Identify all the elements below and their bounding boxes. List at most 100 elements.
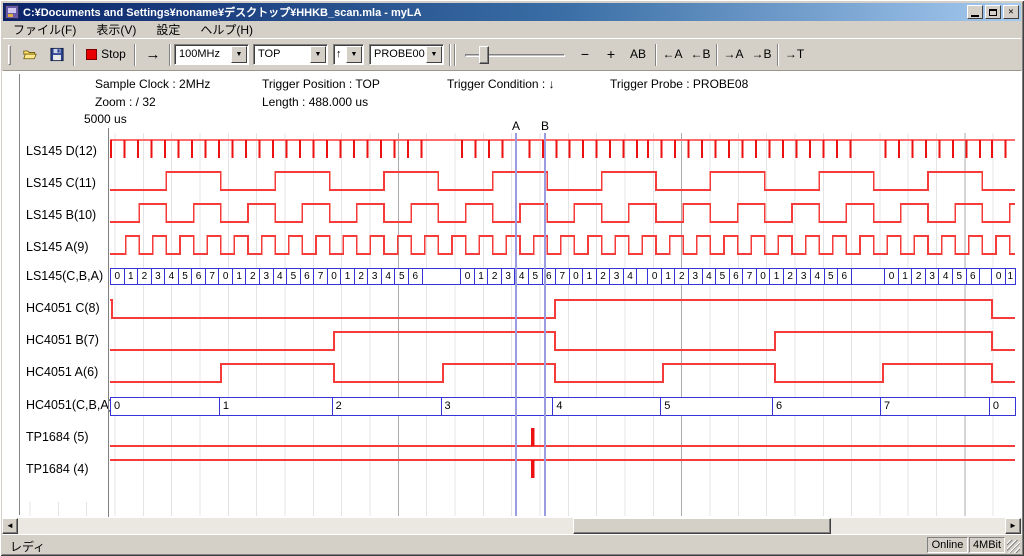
open-folder-icon — [23, 47, 37, 62]
menu-settings[interactable]: 設定 — [146, 20, 190, 39]
menu-file[interactable]: ファイル(F) — [3, 20, 86, 39]
bus-cell: 0 — [991, 269, 1005, 284]
close-button[interactable]: ✕ — [1003, 5, 1019, 19]
bus-cell: 1 — [232, 269, 246, 284]
trigger-condition-info: Trigger Condition : ↓ — [447, 77, 555, 91]
bus-cell: 5 — [394, 269, 408, 284]
trigger-position-combo[interactable]: TOP ▼ — [253, 44, 328, 65]
bus-cell: 7 — [205, 269, 219, 284]
trigger-position-value: TOP — [254, 45, 309, 64]
channel-label-0: LS145 D(12) — [26, 144, 97, 158]
bus-cell: 1 — [769, 269, 783, 284]
bus-cell: 1 — [124, 269, 138, 284]
bus-cell: 1 — [898, 269, 912, 284]
bus-cell: 3 — [609, 269, 623, 284]
menu-view[interactable]: 表示(V) — [86, 20, 146, 39]
bus-cell: 6 — [729, 269, 743, 284]
toolbar-separator — [134, 44, 136, 66]
toolbar-separator — [777, 44, 779, 66]
cursor-b-label[interactable]: B — [540, 119, 550, 133]
scroll-thumb[interactable] — [573, 518, 831, 534]
maximize-icon — [989, 9, 997, 16]
bus-cell: 2 — [245, 269, 259, 284]
status-ready-text: レディ — [10, 538, 45, 555]
dropdown-arrow-icon[interactable]: ▼ — [426, 46, 442, 63]
bus-cell: 5 — [824, 269, 838, 284]
bus-cell — [422, 269, 461, 284]
trigger-probe-info: Trigger Probe : PROBE08 — [610, 77, 748, 91]
bus-cell: 1 — [474, 269, 488, 284]
channel-label-4: LS145(C,B,A) — [26, 269, 103, 283]
bus-cell: 5 — [178, 269, 192, 284]
save-button[interactable] — [44, 42, 70, 66]
ls145-bus-row: 0123456701234567012345601234567012340123… — [110, 268, 1016, 285]
trigger-edge-combo[interactable]: ↑ ▼ — [333, 44, 364, 65]
bus-cell: 7 — [555, 269, 569, 284]
scroll-left-button[interactable]: ◄ — [2, 518, 18, 534]
bus-cell — [979, 269, 991, 284]
trigger-probe-value: PROBE00 — [370, 45, 425, 64]
bus-cell: 0 — [460, 269, 474, 284]
channel-label-9: TP1684 (5) — [26, 430, 89, 444]
bus-cell: 0 — [218, 269, 232, 284]
channel-label-10: TP1684 (4) — [26, 462, 89, 476]
minimize-icon — [971, 15, 979, 17]
set-cursor-a-button[interactable]: →A — [720, 42, 747, 66]
toolbar-grip[interactable] — [8, 45, 11, 65]
goto-cursor-a-button[interactable]: ←A — [659, 42, 686, 66]
bus-cell: 3 — [501, 269, 515, 284]
scroll-left-icon: ◄ — [6, 521, 14, 530]
bus-cell: 7 — [742, 269, 756, 284]
trigger-edge-value: ↑ — [334, 45, 345, 64]
maximize-button[interactable] — [985, 5, 1001, 19]
bus-cell: 3 — [796, 269, 810, 284]
scroll-right-button[interactable]: ► — [1005, 518, 1021, 534]
channel-label-7: HC4051 A(6) — [26, 365, 98, 379]
status-memory-panel: 4MBit — [969, 537, 1005, 553]
bus-cell: 6 — [772, 398, 880, 415]
sample-clock-combo[interactable]: 100MHz ▼ — [174, 44, 249, 65]
toolbar-separator — [169, 44, 171, 66]
title-bar[interactable]: C:¥Documents and Settings¥noname¥デスクトップ¥… — [3, 3, 1021, 21]
bus-cell: 3 — [688, 269, 702, 284]
bus-cell: 5 — [715, 269, 729, 284]
goto-trigger-button[interactable]: →T — [781, 42, 808, 66]
trigger-probe-combo[interactable]: PROBE00 ▼ — [369, 44, 444, 65]
bus-cell: 7 — [313, 269, 327, 284]
toolbar: Stop → 100MHz ▼ TOP ▼ ↑ ▼ PROBE00 ▼ − + … — [3, 38, 1021, 71]
bus-cell: 2 — [783, 269, 797, 284]
bus-cell: 6 — [191, 269, 205, 284]
horizontal-scrollbar[interactable]: ◄ ► — [2, 518, 1022, 534]
label-splitter[interactable] — [19, 74, 21, 515]
menu-help[interactable]: ヘルプ(H) — [190, 20, 263, 39]
toolbar-separator — [449, 44, 451, 66]
zoom-out-button[interactable]: − — [574, 42, 596, 66]
set-cursor-b-button[interactable]: →B — [748, 42, 775, 66]
length-info: Length : 488.000 us — [262, 95, 368, 109]
bus-cell: 4 — [381, 269, 395, 284]
bus-cell: 4 — [702, 269, 716, 284]
toolbar-separator — [73, 44, 75, 66]
bus-cell: 1 — [582, 269, 596, 284]
channel-label-3: LS145 A(9) — [26, 240, 89, 254]
bus-cell: 0 — [989, 398, 1015, 415]
bus-cell: 0 — [111, 398, 219, 415]
bus-cell: 2 — [487, 269, 501, 284]
open-button[interactable] — [17, 42, 43, 66]
dropdown-arrow-icon[interactable]: ▼ — [346, 46, 362, 63]
status-online-panel: Online — [927, 537, 968, 553]
cursor-a-label[interactable]: A — [511, 119, 521, 133]
goto-cursor-b-button[interactable]: ←B — [687, 42, 714, 66]
dropdown-arrow-icon[interactable]: ▼ — [310, 46, 326, 63]
resize-grip[interactable] — [1007, 540, 1020, 553]
bus-cell: 4 — [810, 269, 824, 284]
zoom-slider-thumb[interactable] — [479, 46, 489, 64]
minimize-button[interactable] — [967, 5, 983, 19]
app-window: C:¥Documents and Settings¥noname¥デスクトップ¥… — [0, 0, 1024, 556]
ab-button[interactable]: AB — [624, 42, 652, 66]
dropdown-arrow-icon[interactable]: ▼ — [231, 46, 247, 63]
zoom-in-button[interactable]: + — [600, 42, 622, 66]
run-button[interactable]: → — [140, 42, 166, 66]
stop-button[interactable]: Stop — [80, 42, 132, 66]
bus-cell: 0 — [756, 269, 770, 284]
